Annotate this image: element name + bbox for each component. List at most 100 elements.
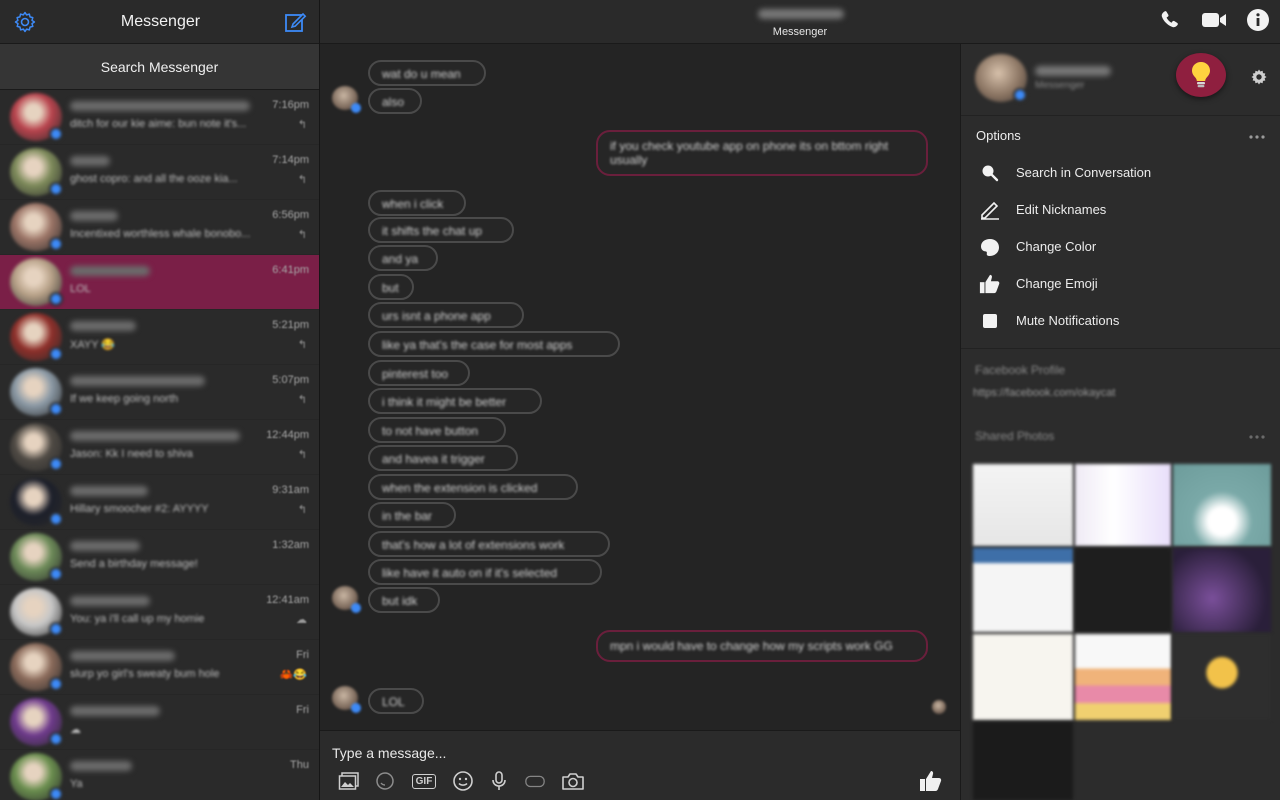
incoming-message[interactable]: but: [368, 274, 414, 300]
lightbulb-extension-button[interactable]: [1176, 53, 1226, 97]
incoming-message[interactable]: and ya: [368, 245, 438, 271]
header-actions: [1158, 8, 1270, 37]
conversation-item[interactable]: You: ya i'll call up my homie 12:41am ☁: [0, 585, 319, 640]
shared-photo[interactable]: [1173, 548, 1271, 632]
conversation-item[interactable]: Incentixed worthless whale bonobo... 6:56…: [0, 200, 319, 255]
message-text: i think it might be better: [382, 395, 507, 409]
incoming-message[interactable]: like ya that's the case for most apps: [368, 331, 620, 357]
option-edit-nicknames[interactable]: Edit Nicknames: [961, 191, 1280, 228]
conversation-sidebar: Messenger Search Messenger ditch for our…: [0, 0, 320, 800]
conversation-body: ghost copro: and all the ooze kia... 7:14…: [70, 151, 309, 193]
options-list: Search in Conversation Edit Nicknames Ch…: [961, 154, 1280, 339]
incoming-message[interactable]: that's how a lot of extensions work: [368, 531, 610, 557]
shared-photos-more-icon[interactable]: [1248, 429, 1266, 443]
option-mute-notifications[interactable]: Mute Notifications: [961, 302, 1280, 339]
incoming-message[interactable]: pinterest too: [368, 360, 470, 386]
conversation-item[interactable]: Jason: Kk I need to shiva 12:44pm ↰: [0, 420, 319, 475]
sticker-icon[interactable]: [374, 771, 396, 791]
conversation-item[interactable]: Hillary smoocher #2: AYYYY 9:31am ↰: [0, 475, 319, 530]
send-like-thumbs-up-icon[interactable]: [918, 769, 944, 798]
incoming-message[interactable]: and havea it trigger: [368, 445, 518, 471]
emoji-icon[interactable]: [452, 771, 474, 791]
avatar: [10, 533, 63, 581]
conversation-item[interactable]: ghost copro: and all the ooze kia... 7:14…: [0, 145, 319, 200]
incoming-message[interactable]: i think it might be better: [368, 388, 542, 414]
messenger-badge-icon: [49, 732, 63, 746]
incoming-message[interactable]: like have it auto on if it's selected: [368, 559, 602, 585]
details-gear-icon[interactable]: [1250, 68, 1268, 91]
shared-photo[interactable]: [1075, 464, 1171, 546]
messenger-app: Messenger Search Messenger ditch for our…: [0, 0, 1280, 800]
incoming-message[interactable]: in the bar: [368, 502, 456, 528]
info-icon[interactable]: [1246, 8, 1270, 37]
conversation-body: If we keep going north 5:07pm ↰: [70, 371, 309, 413]
option-label: Change Color: [1016, 239, 1097, 254]
conversation-list: ditch for our kie aime: bun note it's...…: [0, 90, 319, 800]
option-search-in-conversation[interactable]: Search in Conversation: [961, 154, 1280, 191]
conversation-item[interactable]: Ya Thu: [0, 750, 319, 800]
facebook-profile-link[interactable]: https://facebook.com/okaycat: [961, 383, 1280, 409]
message-snippet: Send a birthday message!: [70, 558, 198, 570]
photo-gallery-icon[interactable]: [338, 771, 360, 791]
incoming-message[interactable]: but idk: [368, 587, 440, 613]
option-label: Search in Conversation: [1016, 165, 1152, 180]
timestamp: 7:14pm: [272, 154, 309, 166]
message-input[interactable]: [332, 743, 892, 763]
read-status: 🦀😂: [279, 669, 307, 681]
search-messenger-field[interactable]: Search Messenger: [0, 44, 319, 90]
conversation-item[interactable]: slurp yo girl's sweaty bum hole Fri 🦀😂: [0, 640, 319, 695]
shared-photo[interactable]: [1075, 548, 1171, 632]
shared-photo[interactable]: [973, 464, 1073, 546]
avatar: [10, 203, 63, 251]
conversation-item[interactable]: ditch for our kie aime: bun note it's...…: [0, 90, 319, 145]
outgoing-message[interactable]: if you check youtube app on phone its on…: [596, 130, 928, 176]
video-call-icon[interactable]: [1200, 8, 1228, 37]
search-icon: [978, 162, 1002, 184]
incoming-message[interactable]: urs isnt a phone app: [368, 302, 524, 328]
contact-name-blurred: [70, 321, 136, 331]
compose-icon[interactable]: [283, 9, 309, 35]
incoming-message[interactable]: to not have button: [368, 417, 506, 443]
read-status: ☁: [296, 614, 307, 626]
conversation-body: Ya Thu: [70, 756, 309, 798]
checkbox-icon: [978, 310, 1002, 332]
incoming-message[interactable]: when i click: [368, 190, 466, 216]
option-change-color[interactable]: Change Color: [961, 228, 1280, 265]
conversation-item[interactable]: ☁ Fri: [0, 695, 319, 750]
outgoing-message[interactable]: mpn i would have to change how my script…: [596, 630, 928, 662]
shared-photos-grid: [973, 464, 1271, 800]
conversation-item[interactable]: XAYY 😂 5:21pm ↰: [0, 310, 319, 365]
message-composer: GIF: [320, 730, 960, 800]
contact-avatar[interactable]: [975, 54, 1027, 102]
microphone-icon[interactable]: [488, 771, 510, 791]
games-icon[interactable]: [524, 771, 546, 791]
contact-name-blurred: [70, 376, 205, 386]
conversation-item[interactable]: Send a birthday message! 1:32am: [0, 530, 319, 585]
gif-button[interactable]: GIF: [410, 771, 438, 791]
shared-photo[interactable]: [973, 634, 1073, 720]
conversation-item[interactable]: If we keep going north 5:07pm ↰: [0, 365, 319, 420]
message-snippet: XAYY 😂: [70, 339, 116, 351]
phone-call-icon[interactable]: [1158, 8, 1182, 37]
incoming-message[interactable]: when the extension is clicked: [368, 474, 578, 500]
message-text: LOL: [382, 695, 405, 709]
option-change-emoji[interactable]: Change Emoji: [961, 265, 1280, 302]
shared-photo[interactable]: [1173, 634, 1271, 720]
incoming-message[interactable]: wat do u mean: [368, 60, 486, 86]
shared-photo[interactable]: [973, 722, 1073, 800]
incoming-message[interactable]: also: [368, 88, 422, 114]
more-options-icon[interactable]: [1248, 128, 1266, 143]
conversation-item[interactable]: LOL 6:41pm: [0, 255, 319, 310]
settings-gear-icon[interactable]: [12, 9, 38, 35]
contact-name-blurred: [70, 101, 250, 111]
camera-icon[interactable]: [560, 771, 586, 791]
incoming-message[interactable]: it shifts the chat up: [368, 217, 514, 243]
message-text: wat do u mean: [382, 67, 461, 81]
contact-name-blurred: [70, 651, 175, 661]
shared-photo[interactable]: [1075, 634, 1171, 720]
shared-photo[interactable]: [1173, 464, 1271, 546]
shared-photo[interactable]: [973, 548, 1073, 632]
incoming-message[interactable]: LOL: [368, 688, 424, 714]
composer-toolbar: GIF: [338, 771, 586, 791]
message-text: that's how a lot of extensions work: [382, 538, 565, 552]
